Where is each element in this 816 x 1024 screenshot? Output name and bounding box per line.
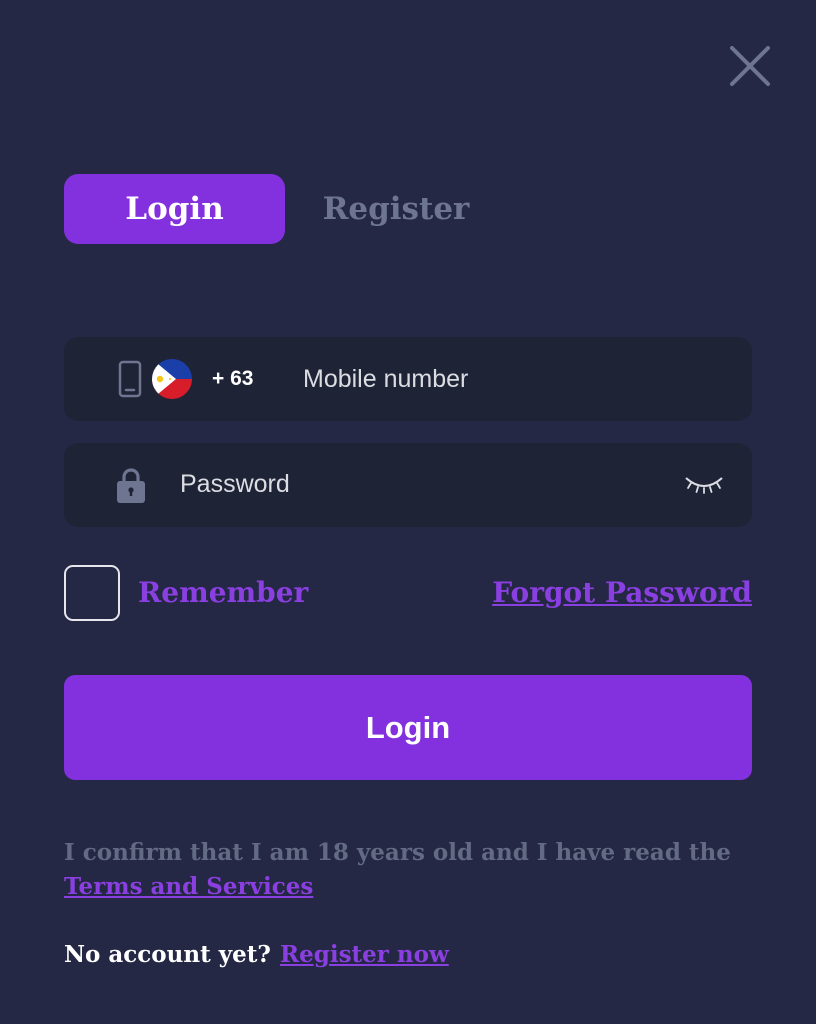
password-input[interactable] (180, 466, 660, 502)
close-icon (730, 46, 770, 86)
lock-icon (117, 468, 145, 503)
register-now-link[interactable]: Register now (280, 937, 449, 973)
close-button[interactable] (724, 40, 776, 92)
tab-login[interactable]: Login (64, 174, 285, 244)
login-button[interactable]: Login (64, 675, 752, 780)
country-code-selector[interactable]: + 63 (212, 364, 253, 394)
remember-label[interactable]: Remember (138, 571, 308, 615)
philippines-flag-icon[interactable] (152, 359, 192, 399)
eye-closed-icon[interactable] (684, 472, 724, 496)
age-confirmation-text: I confirm that I am 18 years old and I h… (64, 839, 731, 866)
terms-and-services-link[interactable]: Terms and Services (64, 870, 313, 904)
mobile-phone-icon (118, 360, 142, 398)
forgot-password-link[interactable]: Forgot Password (492, 571, 752, 615)
mobile-number-input[interactable] (303, 361, 723, 397)
tab-register[interactable]: Register (306, 174, 486, 244)
no-account-text: No account yet? (64, 941, 271, 968)
remember-checkbox[interactable] (64, 565, 120, 621)
